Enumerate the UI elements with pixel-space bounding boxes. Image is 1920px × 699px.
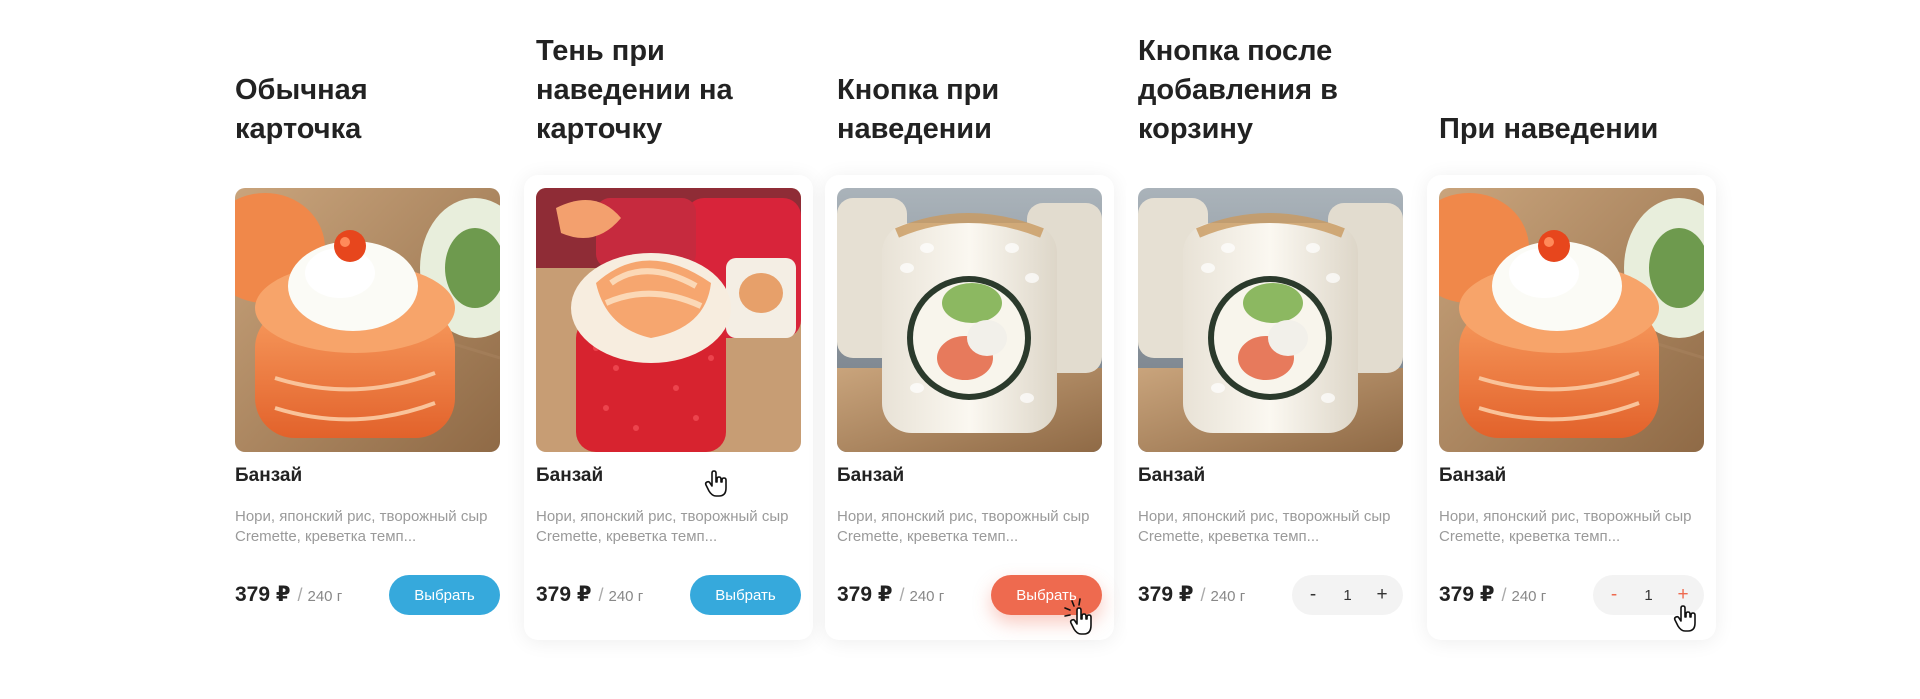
philadelphia-roll-image [837,188,1102,452]
price: 379 ₽ [536,583,592,606]
salmon-roll-image [235,188,500,452]
product-description: Нори, японский рис, творожный сыр Cremet… [536,508,789,545]
price-separator: / [598,585,604,605]
philadelphia-roll-image [1138,188,1403,452]
price: 379 ₽ [1138,583,1194,606]
price: 379 ₽ [235,583,291,606]
quantity-value: 1 [1343,586,1352,604]
price-row: 379 ₽ / 240 г [837,582,944,607]
price-row: 379 ₽ / 240 г [235,582,342,607]
quantity-stepper: - 1 + [1292,575,1403,615]
product-description: Нори, японский рис, творожный сыр Cremet… [1138,508,1391,545]
price-separator: / [297,585,303,605]
price-row: 379 ₽ / 240 г [1439,582,1546,607]
weight: 240 г [1210,588,1246,605]
weight: 240 г [1511,588,1547,605]
decrement-button[interactable]: - [1304,584,1322,606]
price: 379 ₽ [837,583,893,606]
column-heading: Кнопка после добавления в корзину [1138,35,1338,145]
price-row: 379 ₽ / 240 г [1138,582,1245,607]
product-title: Банзай [235,465,303,486]
product-title: Банзай [1439,465,1507,486]
weight: 240 г [307,588,343,605]
product-title: Банзай [536,465,604,486]
product-description: Нори, японский рис, творожный сыр Cremet… [1439,508,1692,545]
price-row: 379 ₽ / 240 г [536,582,643,607]
product-description: Нори, японский рис, творожный сыр Cremet… [837,508,1090,545]
increment-button[interactable]: + [1373,584,1391,606]
price-separator: / [899,585,905,605]
shrimp-roll-image [536,188,801,452]
increment-button[interactable]: + [1674,584,1692,606]
select-button[interactable]: Выбрать [389,575,500,615]
decrement-button[interactable]: - [1605,584,1623,606]
hand-pointer-click-icon [1064,598,1092,635]
salmon-roll-image [1439,188,1704,452]
column-heading: При наведении [1439,113,1659,145]
price-separator: / [1501,585,1507,605]
hand-pointer-icon [704,470,727,497]
product-description: Нори, японский рис, творожный сыр Cremet… [235,508,488,545]
quantity-value: 1 [1644,586,1653,604]
product-title: Банзай [1138,465,1206,486]
hand-pointer-icon [1673,605,1696,632]
column-heading: Обычная карточка [235,74,368,145]
column-heading: Тень при наведении на карточку [536,35,733,145]
column-heading: Кнопка при наведении [837,74,1000,145]
product-title: Банзай [837,465,905,486]
price: 379 ₽ [1439,583,1495,606]
select-button[interactable]: Выбрать [690,575,801,615]
price-separator: / [1200,585,1206,605]
weight: 240 г [909,588,945,605]
weight: 240 г [608,588,644,605]
